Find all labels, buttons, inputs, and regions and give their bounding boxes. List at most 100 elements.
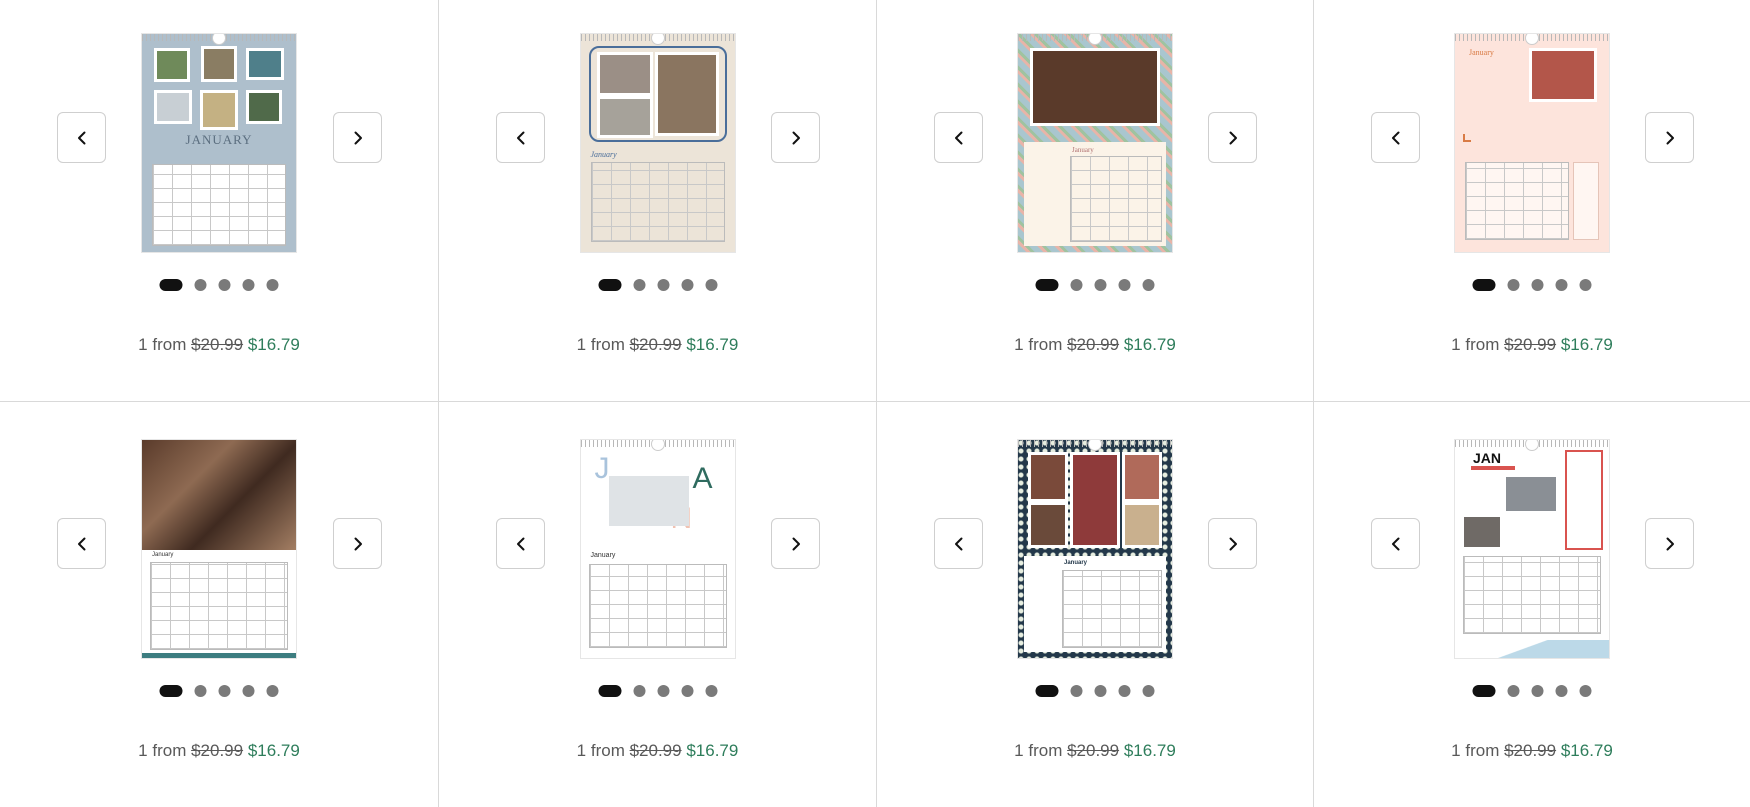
calendar-preview-image[interactable]: January bbox=[580, 34, 735, 252]
carousel-dot[interactable] bbox=[218, 685, 231, 697]
carousel-dots bbox=[1472, 685, 1592, 697]
carousel-dot[interactable] bbox=[159, 279, 183, 291]
calendar-preview-image[interactable]: January bbox=[1018, 440, 1172, 658]
price-prefix: 1 from bbox=[576, 741, 625, 760]
carousel-dot[interactable] bbox=[1142, 279, 1155, 291]
carousel-dot[interactable] bbox=[1531, 685, 1544, 697]
carousel-dot[interactable] bbox=[657, 279, 669, 291]
original-price: $20.99 bbox=[629, 335, 682, 354]
carousel-dot[interactable] bbox=[194, 685, 207, 697]
carousel-dot[interactable] bbox=[194, 279, 207, 291]
previous-image-button[interactable] bbox=[496, 518, 545, 569]
sale-price: $16.79 bbox=[1560, 335, 1613, 354]
product-grid: JANUARY 1 from $20.99 $16.79 January 1 f… bbox=[0, 0, 1750, 807]
calendar-preview-image[interactable]: JANUARY bbox=[142, 34, 296, 252]
carousel-dot[interactable] bbox=[1094, 685, 1107, 697]
previous-image-button[interactable] bbox=[934, 518, 983, 569]
chevron-right-icon bbox=[1666, 537, 1674, 550]
carousel-dot[interactable] bbox=[1035, 685, 1059, 697]
chevron-left-icon bbox=[516, 131, 524, 144]
calendar-month-label: JANUARY bbox=[185, 132, 253, 147]
carousel-dot[interactable] bbox=[242, 685, 255, 697]
original-price: $20.99 bbox=[629, 741, 682, 760]
previous-image-button[interactable] bbox=[496, 112, 545, 163]
previous-image-button[interactable] bbox=[1371, 112, 1420, 163]
calendar-preview-image[interactable]: January bbox=[1455, 34, 1609, 252]
sale-price: $16.79 bbox=[247, 741, 300, 760]
original-price: $20.99 bbox=[1067, 741, 1120, 760]
next-image-button[interactable] bbox=[333, 112, 382, 163]
carousel-dot[interactable] bbox=[1555, 685, 1568, 697]
next-image-button[interactable] bbox=[1645, 518, 1694, 569]
carousel-dot[interactable] bbox=[218, 279, 231, 291]
carousel-dot[interactable] bbox=[1507, 279, 1520, 291]
price-line: 1 from $20.99 $16.79 bbox=[1314, 335, 1750, 355]
product-card[interactable]: January 1 from $20.99 $16.79 bbox=[1314, 0, 1750, 402]
carousel-dot[interactable] bbox=[705, 279, 717, 291]
previous-image-button[interactable] bbox=[57, 112, 106, 163]
next-image-button[interactable] bbox=[333, 518, 382, 569]
carousel-dot[interactable] bbox=[681, 279, 693, 291]
carousel-dot[interactable] bbox=[159, 685, 183, 697]
next-image-button[interactable] bbox=[1208, 112, 1257, 163]
calendar-month-label: January bbox=[1064, 560, 1088, 566]
sale-price: $16.79 bbox=[686, 335, 739, 354]
carousel-dot[interactable] bbox=[657, 685, 669, 697]
carousel-dot[interactable] bbox=[1579, 279, 1592, 291]
previous-image-button[interactable] bbox=[934, 112, 983, 163]
calendar-preview-image[interactable]: January bbox=[142, 440, 296, 658]
chevron-left-icon bbox=[1391, 537, 1399, 550]
carousel-dot[interactable] bbox=[1035, 279, 1059, 291]
carousel-dot[interactable] bbox=[1142, 685, 1155, 697]
sale-price: $16.79 bbox=[1123, 741, 1176, 760]
product-card[interactable]: J A N January 1 from $20.99 $16.79 bbox=[439, 402, 877, 807]
carousel-dot[interactable] bbox=[1579, 685, 1592, 697]
price-prefix: 1 from bbox=[1014, 741, 1063, 760]
product-card[interactable]: January 1 from $20.99 $16.79 bbox=[439, 0, 877, 402]
product-card[interactable]: January 1 from $20.99 $16.79 bbox=[0, 402, 439, 807]
carousel-dot[interactable] bbox=[1118, 685, 1131, 697]
carousel-dot[interactable] bbox=[1472, 279, 1496, 291]
sale-price: $16.79 bbox=[1123, 335, 1176, 354]
carousel-dot[interactable] bbox=[705, 685, 717, 697]
chevron-right-icon bbox=[354, 537, 362, 550]
next-image-button[interactable] bbox=[771, 518, 820, 569]
carousel-dots bbox=[1035, 279, 1155, 291]
carousel-dot[interactable] bbox=[266, 279, 279, 291]
carousel-dot[interactable] bbox=[633, 279, 645, 291]
chevron-left-icon bbox=[954, 131, 962, 144]
next-image-button[interactable] bbox=[1208, 518, 1257, 569]
carousel-dot[interactable] bbox=[1070, 685, 1083, 697]
product-card[interactable]: JAN 1 from $20.99 $16.79 bbox=[1314, 402, 1750, 807]
price-line: 1 from $20.99 $16.79 bbox=[877, 335, 1313, 355]
calendar-month-label: January bbox=[590, 552, 616, 559]
carousel-dot[interactable] bbox=[681, 685, 693, 697]
next-image-button[interactable] bbox=[771, 112, 820, 163]
carousel-dot[interactable] bbox=[633, 685, 645, 697]
original-price: $20.99 bbox=[1067, 335, 1120, 354]
carousel-dot[interactable] bbox=[1507, 685, 1520, 697]
previous-image-button[interactable] bbox=[1371, 518, 1420, 569]
carousel-dot[interactable] bbox=[1472, 685, 1496, 697]
next-image-button[interactable] bbox=[1645, 112, 1694, 163]
product-card[interactable]: January 1 from $20.99 $16.79 bbox=[877, 0, 1314, 402]
carousel-dot[interactable] bbox=[1555, 279, 1568, 291]
calendar-preview-image[interactable]: JAN bbox=[1455, 440, 1609, 658]
chevron-left-icon bbox=[77, 537, 85, 550]
product-card[interactable]: January 1 from $20.99 $16.79 bbox=[877, 402, 1314, 807]
carousel-dot[interactable] bbox=[266, 685, 279, 697]
carousel-dot[interactable] bbox=[1118, 279, 1131, 291]
carousel-dot[interactable] bbox=[1531, 279, 1544, 291]
carousel-dot[interactable] bbox=[242, 279, 255, 291]
calendar-preview-image[interactable]: January bbox=[1018, 34, 1172, 252]
carousel-dot[interactable] bbox=[598, 279, 621, 291]
carousel-dot[interactable] bbox=[1094, 279, 1107, 291]
product-card[interactable]: JANUARY 1 from $20.99 $16.79 bbox=[0, 0, 439, 402]
previous-image-button[interactable] bbox=[57, 518, 106, 569]
carousel-dot[interactable] bbox=[1070, 279, 1083, 291]
calendar-preview-image[interactable]: J A N January bbox=[580, 440, 735, 658]
carousel-dot[interactable] bbox=[598, 685, 621, 697]
original-price: $20.99 bbox=[1504, 741, 1557, 760]
price-prefix: 1 from bbox=[1014, 335, 1063, 354]
chevron-right-icon bbox=[792, 131, 800, 144]
